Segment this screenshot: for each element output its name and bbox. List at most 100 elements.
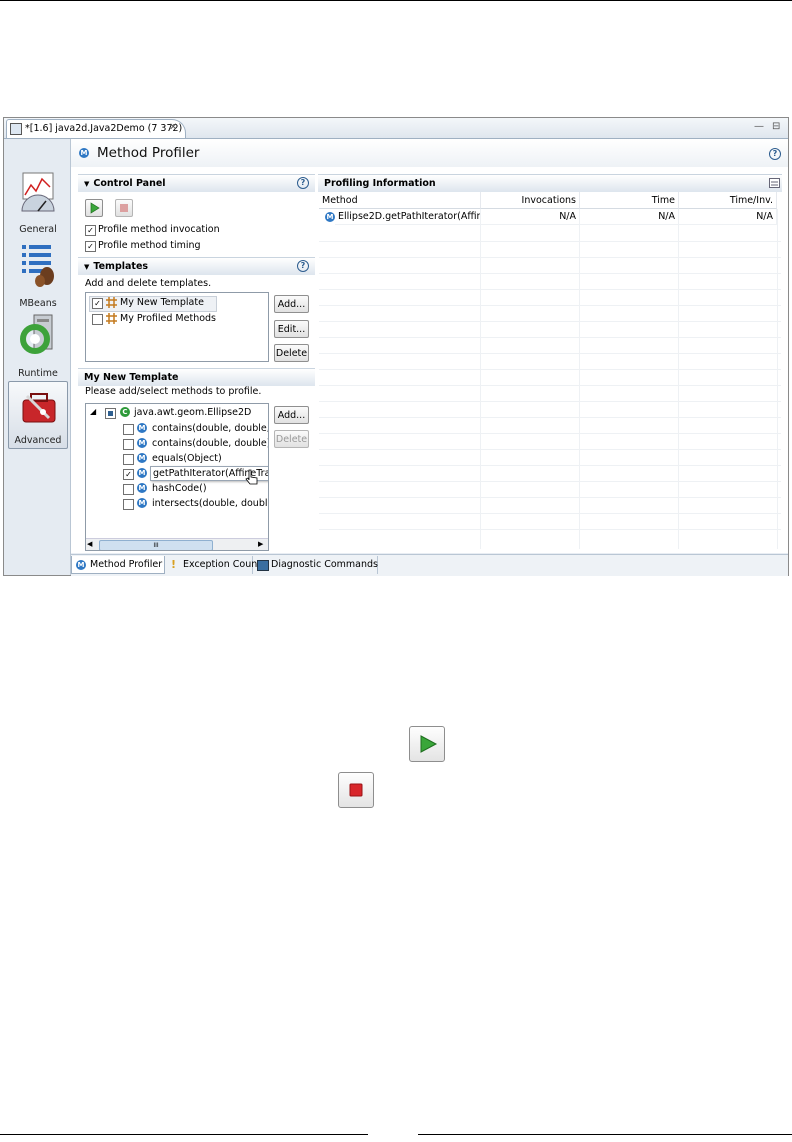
tree-expand-icon[interactable]: ◢ <box>90 407 96 416</box>
sidebar-item-general[interactable]: General <box>8 169 68 237</box>
column-header-time-per-inv[interactable]: Time/Inv. <box>679 192 777 209</box>
horizontal-scrollbar[interactable]: ◀ III ▶ <box>86 538 268 550</box>
profile-invocation-checkbox[interactable]: ✓ <box>85 225 96 236</box>
collapse-triangle-icon: ▼ <box>84 180 90 188</box>
grid-line <box>319 273 781 274</box>
section-title: Profiling Information <box>324 178 436 189</box>
method-checkbox[interactable]: ✓ <box>123 469 134 480</box>
grid-line <box>319 305 781 306</box>
grid-line <box>319 369 781 370</box>
table-row[interactable]: M Ellipse2D.getPathIterator(Affin... N/A… <box>319 209 781 225</box>
column-header-method[interactable]: Method <box>319 192 481 209</box>
section-title: Templates <box>93 261 149 272</box>
help-icon[interactable]: ? <box>297 260 309 272</box>
editor-tab-title: *[1.6] java2d.Java2Demo (7 372) <box>25 123 183 134</box>
scroll-thumb[interactable]: III <box>99 540 213 550</box>
add-method-button[interactable]: Add... <box>274 406 309 424</box>
checkbox-label: Profile method invocation <box>98 224 220 235</box>
grid-line <box>319 465 781 466</box>
template-grid-icon <box>106 313 117 324</box>
methods-tree[interactable]: ◢ C java.awt.geom.Ellipse2D M contains(d… <box>85 403 269 551</box>
column-divider <box>777 209 778 549</box>
grid-line <box>319 385 781 386</box>
gauge-chart-icon <box>21 172 55 212</box>
hand-cursor-icon <box>245 469 258 485</box>
stop-profiling-button[interactable] <box>115 199 133 217</box>
method-icon: M <box>137 468 147 478</box>
method-icon: M <box>137 453 147 463</box>
templates-header[interactable]: ▼ Templates ? <box>78 257 315 275</box>
scroll-right-icon[interactable]: ▶ <box>258 540 263 548</box>
templates-description: Add and delete templates. <box>85 278 212 289</box>
profiling-table: Method Invocations Time Time/Inv. M Elli… <box>319 192 781 553</box>
help-icon[interactable]: ? <box>297 177 309 189</box>
grid-line <box>319 417 781 418</box>
cell-time: N/A <box>580 209 679 225</box>
tab-diagnostic-commands[interactable]: Diagnostic Commands <box>253 556 378 574</box>
profile-timing-checkbox[interactable]: ✓ <box>85 241 96 252</box>
section-title: Control Panel <box>93 178 166 189</box>
sidebar: General MBeans Runtime Advanced <box>4 139 71 575</box>
tab-label: Diagnostic Commands <box>271 559 378 570</box>
grid-line <box>319 513 781 514</box>
close-icon[interactable]: ✕ <box>169 122 177 133</box>
method-label: contains(double, double, d <box>152 423 269 434</box>
stop-profiling-large-button[interactable] <box>338 772 374 808</box>
method-checkbox[interactable] <box>123 424 134 435</box>
sidebar-item-label: Advanced <box>14 435 62 446</box>
method-checkbox[interactable] <box>123 484 134 495</box>
scroll-left-icon[interactable]: ◀ <box>87 540 92 548</box>
start-profiling-large-button[interactable] <box>409 726 445 762</box>
method-checkbox[interactable] <box>123 499 134 510</box>
editor-tab[interactable]: *[1.6] java2d.Java2Demo (7 372) ✕ <box>6 119 186 138</box>
maximize-icon[interactable]: ⊟ <box>772 121 780 132</box>
edit-template-button[interactable]: Edit... <box>274 320 309 338</box>
sidebar-item-advanced[interactable]: Advanced <box>8 381 68 449</box>
method-icon: M <box>325 212 335 222</box>
template-detail-description: Please add/select methods to profile. <box>85 386 262 397</box>
class-checkbox[interactable] <box>105 408 116 419</box>
control-panel-header[interactable]: ▼ Control Panel ? <box>78 174 315 192</box>
sidebar-item-label: MBeans <box>19 298 57 309</box>
profiling-information-header: Profiling Information <box>318 174 782 192</box>
toolbox-icon <box>22 393 56 423</box>
editor-tab-bar: *[1.6] java2d.Java2Demo (7 372) ✕ — ⊟ <box>4 118 788 139</box>
tab-exception-count[interactable]: ! Exception Count <box>165 556 261 574</box>
template-checkbox[interactable]: ✓ <box>92 298 103 309</box>
template-checkbox[interactable] <box>92 314 103 325</box>
bottom-tab-bar: M Method Profiler ! Exception Count Diag… <box>71 554 788 576</box>
method-checkbox[interactable] <box>123 454 134 465</box>
collapse-triangle-icon: ▼ <box>84 263 90 271</box>
add-template-button[interactable]: Add... <box>274 295 309 313</box>
help-icon[interactable]: ? <box>769 148 781 160</box>
footer-rule-left <box>0 1134 368 1135</box>
grid-line <box>319 401 781 402</box>
diagnostic-icon <box>257 560 269 571</box>
delete-template-button[interactable]: Delete <box>274 344 309 362</box>
sidebar-item-label: General <box>19 224 57 235</box>
class-label: java.awt.geom.Ellipse2D <box>134 407 252 418</box>
tab-method-profiler[interactable]: M Method Profiler <box>71 556 165 574</box>
method-label: equals(Object) <box>152 453 222 464</box>
mission-control-window: *[1.6] java2d.Java2Demo (7 372) ✕ — ⊟ Ge… <box>3 117 789 576</box>
method-icon: M <box>137 438 147 448</box>
jvm-icon <box>10 123 22 135</box>
grid-line <box>319 337 781 338</box>
footer-rule-right <box>418 1134 792 1135</box>
method-icon: M <box>137 498 147 508</box>
column-header-invocations[interactable]: Invocations <box>481 192 580 209</box>
checkbox-label: Profile method timing <box>98 240 201 251</box>
method-checkbox[interactable] <box>123 439 134 450</box>
grid-line <box>319 353 781 354</box>
column-header-time[interactable]: Time <box>580 192 679 209</box>
minimize-icon[interactable]: — <box>754 121 764 132</box>
play-icon <box>90 202 100 214</box>
sidebar-item-runtime[interactable]: Runtime <box>8 313 68 381</box>
delete-method-button[interactable]: Delete <box>274 430 309 448</box>
table-menu-icon[interactable] <box>769 178 780 188</box>
sidebar-item-mbeans[interactable]: MBeans <box>8 243 68 311</box>
templates-list[interactable]: ✓ My New Template My Profiled Methods <box>85 292 269 362</box>
grid-line <box>319 289 781 290</box>
start-profiling-button[interactable] <box>85 199 103 217</box>
method-label: contains(double, double) <box>152 438 269 449</box>
